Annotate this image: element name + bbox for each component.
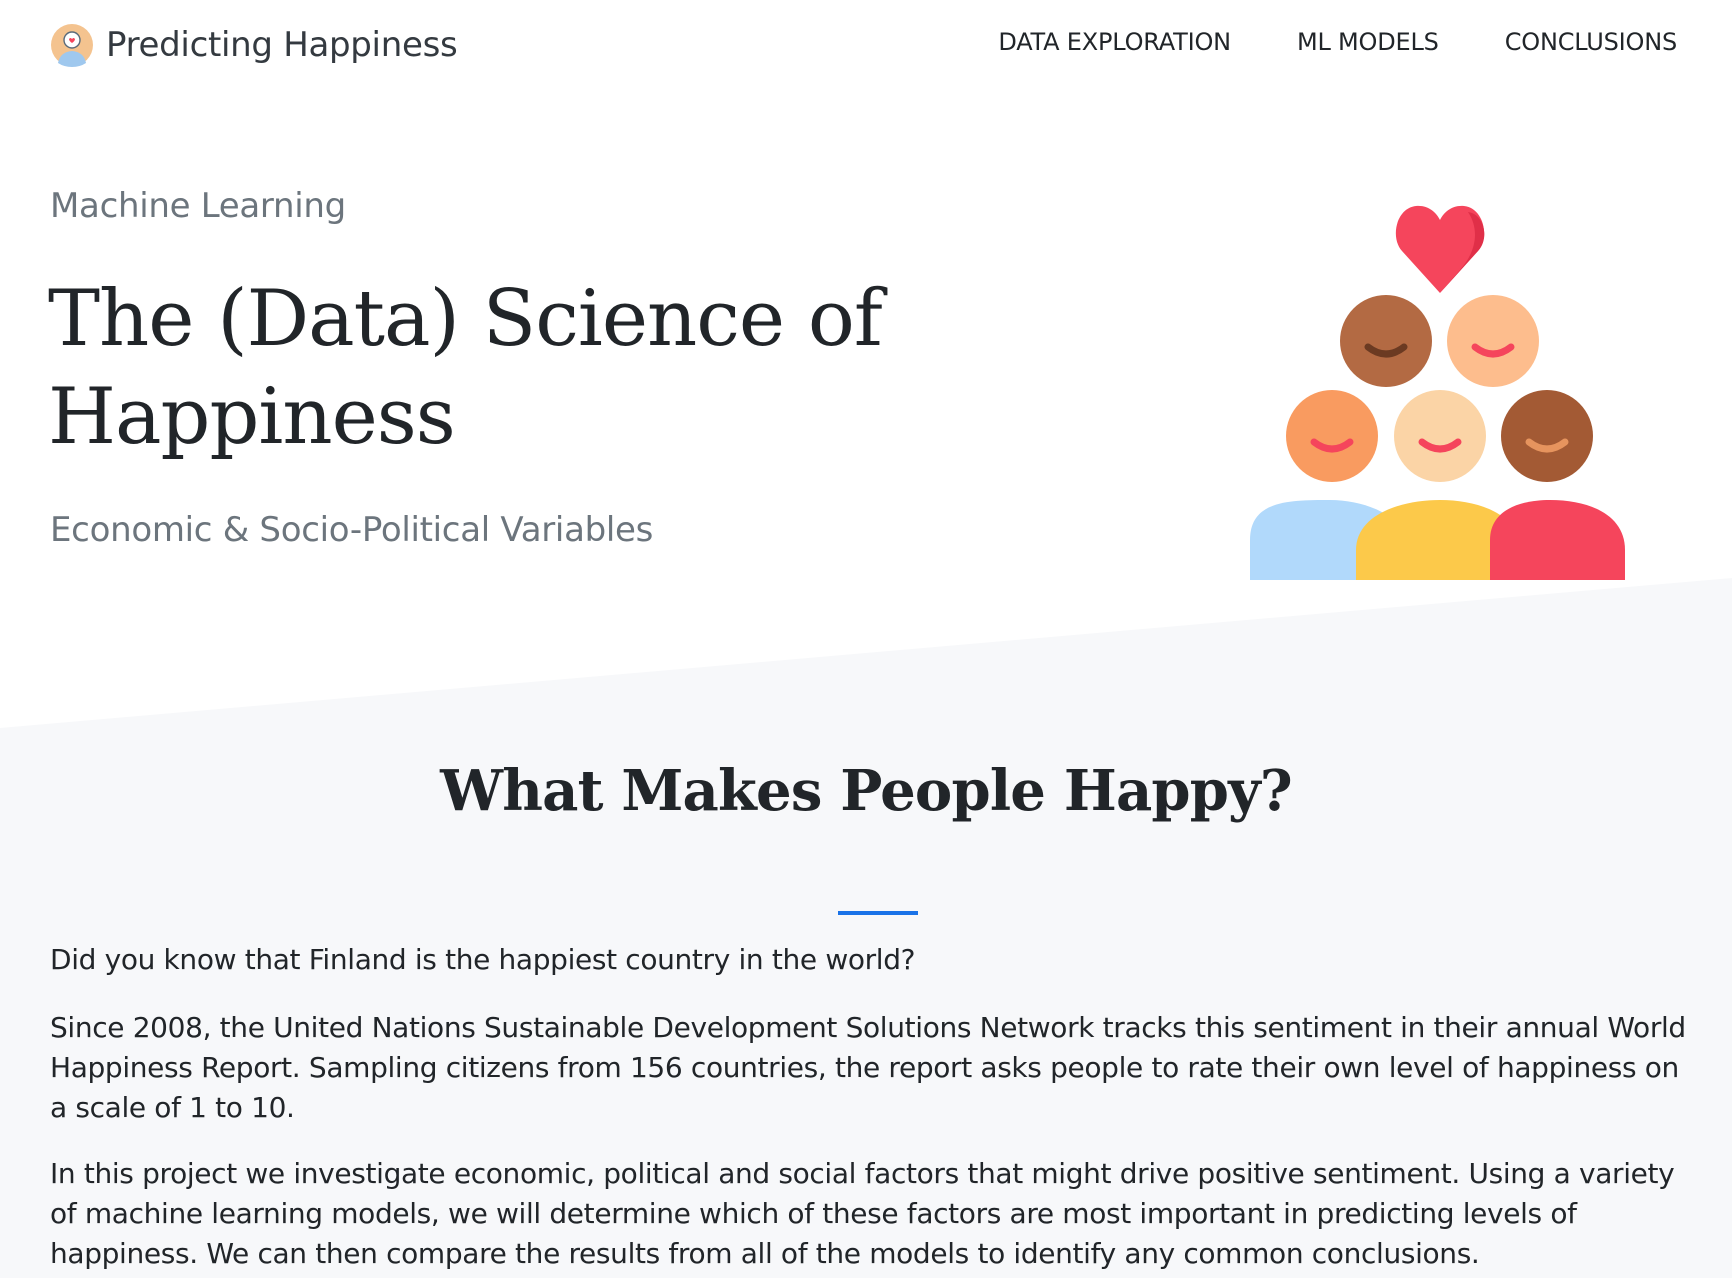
people-bodies xyxy=(1250,500,1625,580)
section-divider xyxy=(838,911,918,915)
intro-paragraph-3: In this project we investigate economic,… xyxy=(50,1157,1675,1270)
hero-title: The (Data) Science of Happiness xyxy=(48,270,948,466)
hero-subtitle: Machine Learning xyxy=(50,186,346,226)
intro-paragraph-1: Did you know that Finland is the happies… xyxy=(50,943,916,976)
person-with-heart-icon xyxy=(51,24,93,67)
nav-link-ml-models[interactable]: ML MODELS xyxy=(1297,28,1439,56)
page: Predicting Happiness DATA EXPLORATION ML… xyxy=(0,0,1732,1278)
brand-title: Predicting Happiness xyxy=(106,25,458,65)
hero-title-line2: Happiness xyxy=(48,372,456,462)
happy-people-group-with-heart-icon xyxy=(1250,205,1625,580)
face-center xyxy=(1394,390,1486,482)
face-right xyxy=(1501,390,1593,482)
face-top-left xyxy=(1340,295,1432,387)
face-left xyxy=(1286,390,1378,482)
navbar: Predicting Happiness DATA EXPLORATION ML… xyxy=(0,0,1732,90)
hero-title-line1: The (Data) Science of xyxy=(48,274,883,364)
intro-paragraph-2: Since 2008, the United Nations Sustainab… xyxy=(50,1011,1686,1124)
heart-icon xyxy=(1395,205,1485,293)
nav-link-conclusions[interactable]: CONCLUSIONS xyxy=(1505,28,1677,56)
brand-link[interactable]: Predicting Happiness xyxy=(50,20,458,70)
nav-link-data-exploration[interactable]: DATA EXPLORATION xyxy=(998,28,1231,56)
nav-links: DATA EXPLORATION ML MODELS CONCLUSIONS xyxy=(932,28,1677,56)
hero-tagline: Economic & Socio-Political Variables xyxy=(50,510,654,550)
face-top-right xyxy=(1447,295,1539,387)
section-title: What Makes People Happy? xyxy=(440,758,1293,824)
